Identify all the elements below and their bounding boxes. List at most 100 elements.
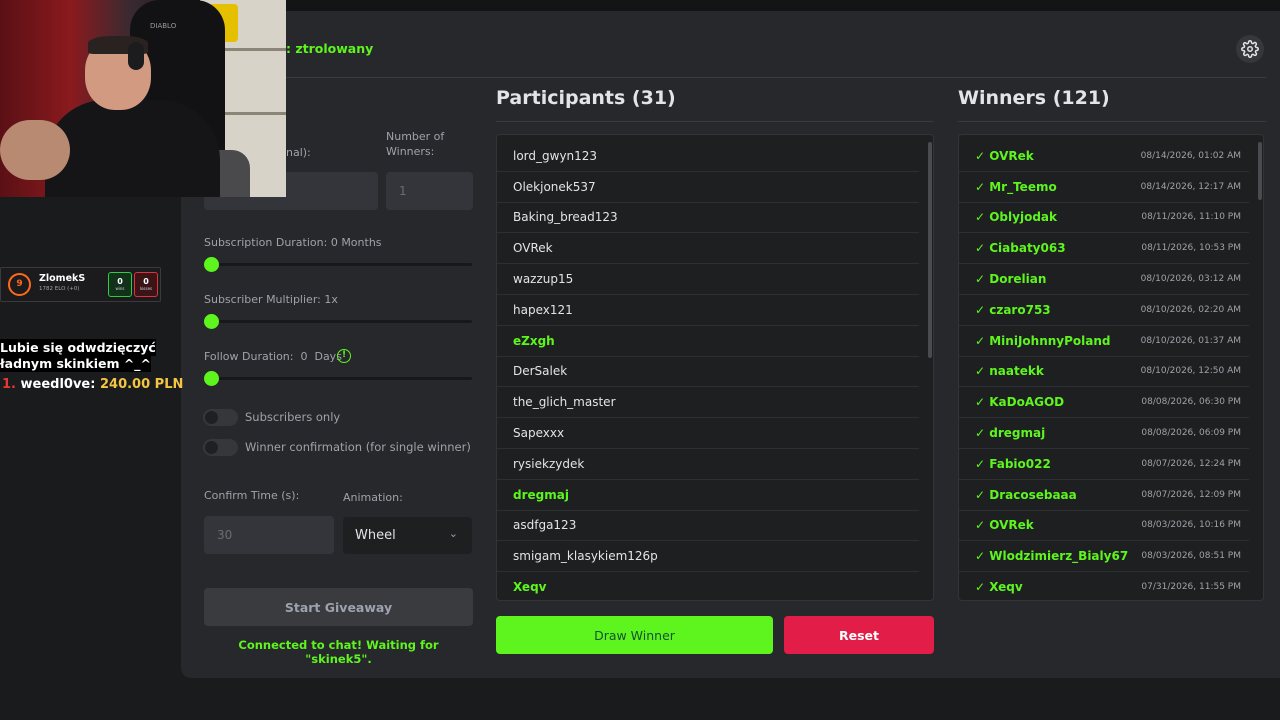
follow-duration-slider[interactable]: [204, 377, 472, 380]
winners-scrollbar[interactable]: [1258, 142, 1262, 200]
confirm-time-input[interactable]: 30: [204, 516, 334, 554]
winner-name: ✓ OVRek: [975, 518, 1034, 533]
subscription-duration-thumb[interactable]: [204, 257, 219, 272]
winner-date: 08/10/2026, 03:12 AM: [1140, 274, 1241, 285]
participants-title: Participants (31): [496, 87, 676, 109]
subscription-duration-slider[interactable]: [204, 263, 472, 266]
winner-row[interactable]: ✓ OVRek 08/14/2026, 01:02 AM: [959, 141, 1249, 172]
winner-row[interactable]: ✓ Oblyjodak 08/11/2026, 11:10 PM: [959, 203, 1249, 234]
settings-button[interactable]: [1236, 35, 1264, 63]
start-giveaway-button[interactable]: Start Giveaway: [204, 588, 473, 626]
follow-duration-thumb[interactable]: [204, 371, 219, 386]
toggle-knob: [205, 411, 218, 424]
subscriber-multiplier-thumb[interactable]: [204, 314, 219, 329]
participant-row[interactable]: lord_gwyn123: [497, 141, 919, 172]
info-icon[interactable]: !: [337, 349, 351, 363]
reset-button[interactable]: Reset: [784, 616, 934, 654]
participant-name: the_glich_master: [513, 395, 616, 410]
winner-row[interactable]: ✓ Dorelian 08/10/2026, 03:12 AM: [959, 264, 1249, 295]
winners-divider: [958, 121, 1266, 122]
winner-row[interactable]: ✓ Dracosebaaa 08/07/2026, 12:09 PM: [959, 480, 1249, 511]
losses-count: 0: [143, 277, 149, 286]
participant-row[interactable]: asdfga123: [497, 511, 919, 542]
participant-row[interactable]: Olekjonek537: [497, 172, 919, 203]
winner-name: ✓ Ciabaty063: [975, 241, 1066, 256]
winner-confirmation-toggle[interactable]: [203, 439, 238, 456]
participant-row[interactable]: eZxgh: [497, 326, 919, 357]
winner-name: ✓ czaro753: [975, 302, 1051, 317]
winner-date: 08/07/2026, 12:24 PM: [1141, 458, 1241, 469]
winner-row[interactable]: ✓ dregmaj 08/08/2026, 06:09 PM: [959, 418, 1249, 449]
winner-row[interactable]: ✓ Ciabaty063 08/11/2026, 10:53 PM: [959, 233, 1249, 265]
winner-name: ✓ Mr_Teemo: [975, 179, 1057, 194]
draw-winner-button[interactable]: Draw Winner: [496, 616, 773, 654]
participant-name: eZxgh: [513, 333, 555, 348]
chair-logo: DIABLO: [150, 22, 177, 30]
participant-row[interactable]: smigam_klasykiem126p: [497, 541, 919, 573]
webcam-feed: DIABLO: [0, 0, 286, 197]
keyword-label: nal):: [286, 146, 311, 159]
winner-row[interactable]: ✓ Wlodzimierz_Bialy67 08/03/2026, 08:51 P…: [959, 541, 1249, 573]
participant-row[interactable]: wazzup15: [497, 264, 919, 295]
winner-date: 08/08/2026, 06:09 PM: [1141, 428, 1241, 439]
participant-row[interactable]: hapex121: [497, 295, 919, 326]
winner-row[interactable]: ✓ Mr_Teemo 08/14/2026, 12:17 AM: [959, 172, 1249, 203]
player-elo: 1782 ELO (+0): [39, 286, 80, 292]
animation-select[interactable]: Wheel ⌄: [343, 517, 472, 554]
channel-label: : ztrolowany: [286, 41, 374, 56]
winner-date: 08/14/2026, 01:02 AM: [1140, 150, 1241, 161]
participant-name: dregmaj: [513, 487, 569, 502]
participant-row[interactable]: DerSalek: [497, 357, 919, 388]
participant-row[interactable]: Baking_bread123: [497, 203, 919, 234]
participant-row[interactable]: dregmaj: [497, 480, 919, 511]
subscriber-multiplier-slider[interactable]: [204, 320, 472, 323]
winner-row[interactable]: ✓ czaro753 08/10/2026, 02:20 AM: [959, 295, 1249, 326]
player-stats-card: 9 ZlomekS 1782 ELO (+0) 0 wins 0 losses: [0, 267, 161, 302]
subscribers-only-toggle[interactable]: [203, 409, 238, 426]
winner-row[interactable]: ✓ naatekk 08/10/2026, 12:50 AM: [959, 357, 1249, 388]
participant-name: OVRek: [513, 241, 553, 256]
wins-box: 0 wins: [108, 272, 132, 297]
subscriber-multiplier-label: Subscriber Multiplier: 1x: [204, 293, 338, 306]
winner-date: 08/03/2026, 08:51 PM: [1141, 551, 1241, 562]
participant-name: DerSalek: [513, 364, 568, 379]
level-badge: 9: [8, 273, 31, 296]
subscribers-only-label: Subscribers only: [245, 410, 341, 424]
losses-label: losses: [139, 286, 153, 291]
header-divider: [286, 77, 1266, 78]
participants-list[interactable]: lord_gwyn123 Olekjonek537 Baking_bread123 O…: [496, 134, 934, 601]
winners-list[interactable]: ✓ OVRek 08/14/2026, 01:02 AM ✓ Mr_Teemo 08/…: [958, 134, 1264, 601]
winners-title: Winners (121): [958, 87, 1110, 109]
participant-name: Baking_bread123: [513, 210, 618, 225]
top-bar: [285, 0, 1280, 11]
chevron-down-icon: ⌄: [448, 527, 458, 540]
winner-date: 08/10/2026, 01:37 AM: [1140, 335, 1241, 346]
winner-row[interactable]: ✓ MiniJohnnyPoland 08/10/2026, 01:37 AM: [959, 326, 1249, 357]
chat-message-line2: ładnym skinkiem ^_^: [0, 355, 152, 372]
participant-row[interactable]: Sapexxx: [497, 418, 919, 449]
participant-row[interactable]: the_glich_master: [497, 387, 919, 419]
winner-date: 08/10/2026, 12:50 AM: [1140, 366, 1241, 377]
winner-name: ✓ Dorelian: [975, 272, 1047, 287]
participants-scrollbar[interactable]: [928, 142, 932, 358]
winner-row[interactable]: ✓ Fabio022 08/07/2026, 12:24 PM: [959, 449, 1249, 480]
losses-box: 0 losses: [134, 272, 158, 297]
number-winners-input[interactable]: 1: [386, 172, 473, 210]
winner-date: 08/11/2026, 10:53 PM: [1141, 243, 1241, 254]
connection-status: Connected to chat! Waiting for "skinek5"…: [238, 638, 439, 666]
chat-message-line1: Lubie się odwdzięczyć: [0, 339, 156, 356]
winner-row[interactable]: ✓ KaDoAGOD 08/08/2026, 06:30 PM: [959, 387, 1249, 419]
participant-row[interactable]: rysiekzydek: [497, 449, 919, 480]
winner-date: 08/07/2026, 12:09 PM: [1141, 489, 1241, 500]
participant-row[interactable]: Xeqv: [497, 572, 919, 600]
animation-value: Wheel: [355, 528, 396, 543]
winner-row[interactable]: ✓ Xeqv 07/31/2026, 11:55 PM: [959, 572, 1249, 600]
winner-name: ✓ Oblyjodak: [975, 210, 1057, 225]
number-winners-label: Number of Winners:: [386, 130, 445, 158]
winner-name: ✓ naatekk: [975, 364, 1044, 379]
winner-date: 08/08/2026, 06:30 PM: [1141, 397, 1241, 408]
participant-row[interactable]: OVRek: [497, 233, 919, 265]
winner-row[interactable]: ✓ OVRek 08/03/2026, 10:16 PM: [959, 511, 1249, 542]
confirm-time-label: Confirm Time (s):: [204, 489, 300, 502]
winner-date: 08/14/2026, 12:17 AM: [1140, 181, 1241, 192]
